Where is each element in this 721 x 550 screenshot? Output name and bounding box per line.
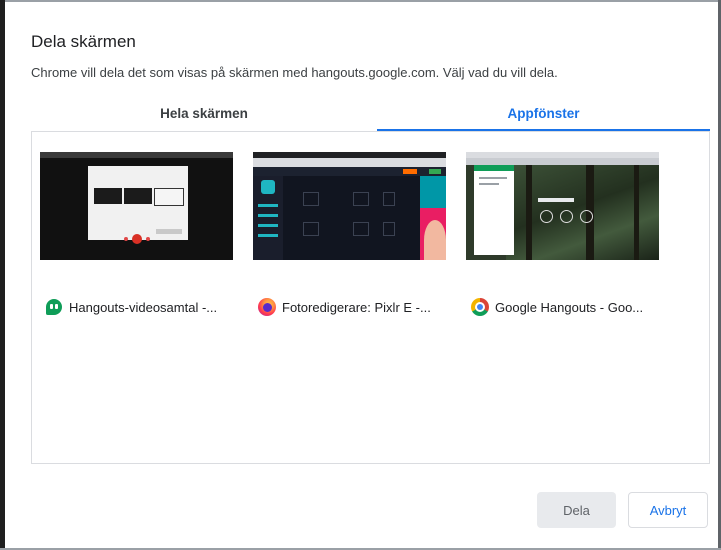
window-item-google-hangouts[interactable]: Google Hangouts - Goo...: [466, 152, 662, 316]
window-item-pixlr[interactable]: Fotoredigerare: Pixlr E -...: [253, 152, 449, 316]
firefox-icon: [258, 298, 276, 316]
tab-bar: Hela skärmen Appfönster: [31, 97, 710, 131]
chrome-icon: [471, 298, 489, 316]
window-item-hangouts-call[interactable]: Hangouts-videosamtal -...: [40, 152, 236, 315]
window-thumbnail: [40, 152, 233, 260]
window-list-panel: Hangouts-videosamtal -... Fotoredigerare…: [31, 131, 710, 464]
share-button[interactable]: Dela: [537, 492, 616, 528]
window-label: Fotoredigerare: Pixlr E -...: [282, 299, 431, 315]
dialog-description: Chrome vill dela det som visas på skärme…: [31, 65, 558, 80]
window-label: Google Hangouts - Goo...: [495, 299, 644, 315]
window-label: Hangouts-videosamtal -...: [69, 299, 218, 315]
dialog-title: Dela skärmen: [31, 32, 136, 51]
window-thumbnail: [466, 152, 659, 260]
tab-app-windows[interactable]: Appfönster: [377, 97, 710, 131]
window-thumbnail: [253, 152, 446, 260]
hangouts-icon: [45, 298, 63, 316]
window-frame-top: [0, 0, 721, 2]
tab-entire-screen[interactable]: Hela skärmen: [31, 97, 377, 131]
cancel-button[interactable]: Avbryt: [628, 492, 708, 528]
window-frame-left: [0, 0, 5, 550]
